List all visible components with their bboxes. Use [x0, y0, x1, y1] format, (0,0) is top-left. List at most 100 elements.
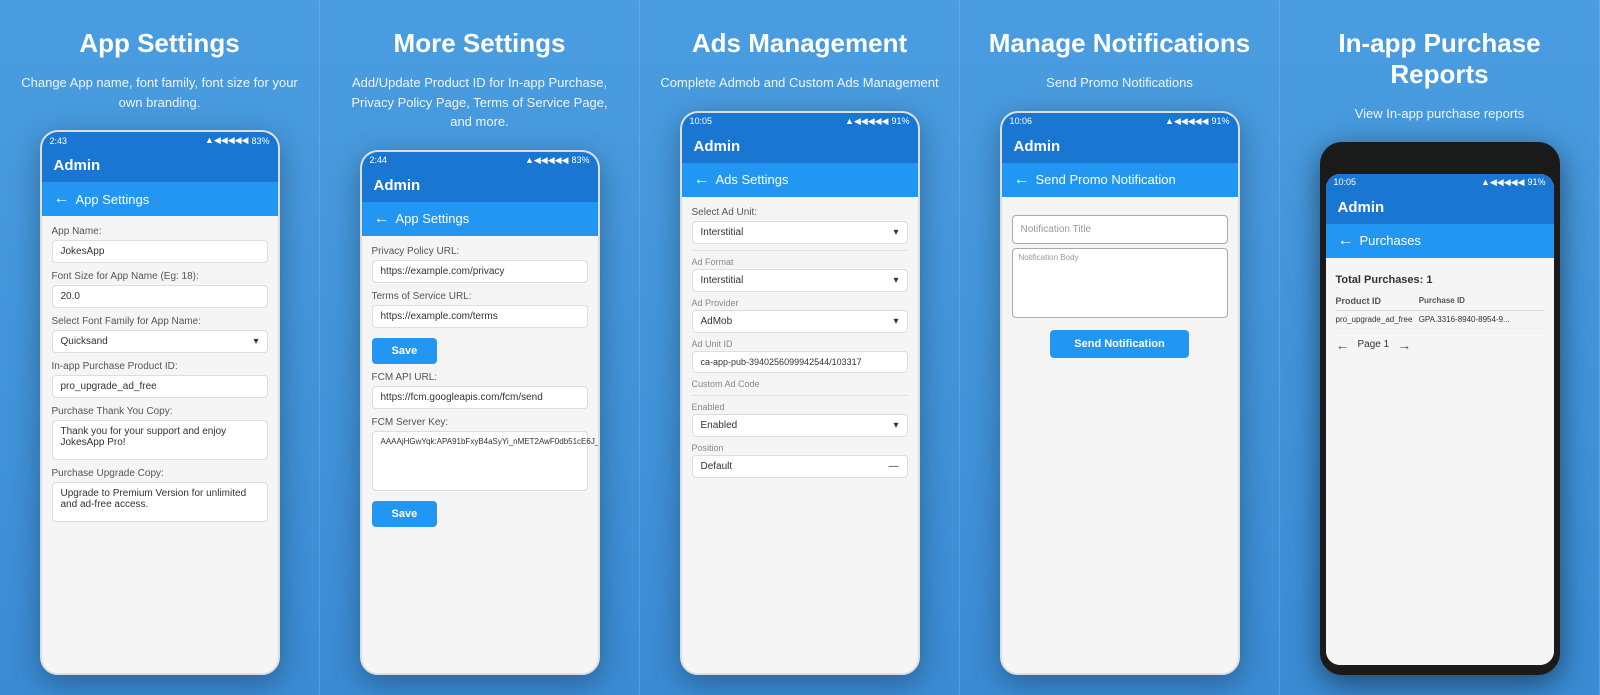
adformat-value: Interstitial — [701, 275, 744, 286]
back-arrow-4[interactable]: ← — [1014, 171, 1030, 189]
field-input-fcmapi[interactable]: https://fcm.googleapis.com/fcm/send — [372, 386, 588, 409]
chevron-down-icon-adprovider: ▾ — [893, 316, 898, 327]
field-label-fontsize: Font Size for App Name (Eg: 18): — [52, 271, 268, 282]
table-row: pro_upgrade_ad_free GPA.3316-8940-8954-9… — [1336, 311, 1544, 329]
back-arrow-5[interactable]: ← — [1338, 232, 1354, 250]
divider-1 — [692, 250, 908, 251]
next-page-arrow[interactable]: → — [1397, 337, 1411, 353]
panel-desc-ads: Complete Admob and Custom Ads Management — [660, 73, 938, 93]
phone-content-4: Notification Title Notification Body Sen… — [1002, 197, 1238, 673]
section-label-enabled: Enabled — [692, 402, 908, 412]
panel-desc-purchases: View In-app purchase reports — [1355, 104, 1525, 124]
field-label-upgrade: Purchase Upgrade Copy: — [52, 468, 268, 479]
enabled-value: Enabled — [701, 420, 738, 431]
chevron-down-icon-enabled: ▾ — [893, 420, 898, 431]
panel-desc-app-settings: Change App name, font family, font size … — [20, 73, 299, 112]
app-header-1: Admin — [42, 149, 278, 182]
status-bar-3: 10:05 ▲◀◀◀◀◀ 91% — [682, 113, 918, 130]
status-time-5: 10:05 — [1334, 177, 1357, 187]
panel-desc-more-settings: Add/Update Product ID for In-app Purchas… — [340, 73, 619, 132]
field-dropdown-adformat[interactable]: Interstitial ▾ — [692, 269, 908, 292]
page-header-3: ← Ads Settings — [682, 163, 918, 197]
notification-body-container: Notification Body — [1012, 248, 1228, 318]
save-button-1[interactable]: Save — [372, 338, 438, 364]
panel-more-settings: More Settings Add/Update Product ID for … — [320, 0, 640, 695]
field-input-tos[interactable]: https://example.com/terms — [372, 305, 588, 328]
chevron-down-icon-adformat: ▾ — [893, 275, 898, 286]
app-header-3: Admin — [682, 130, 918, 163]
section-label-position: Position — [692, 443, 908, 453]
battery-3: 91% — [891, 116, 909, 126]
status-time-4: 10:06 — [1010, 116, 1033, 126]
status-icons-3: ▲◀◀◀◀◀ 91% — [845, 116, 910, 127]
section-label-customadcode: Custom Ad Code — [692, 379, 908, 389]
position-value: Default — [701, 461, 733, 472]
back-arrow-2[interactable]: ← — [374, 210, 390, 228]
phone-more-settings: 2:44 ▲◀◀◀◀◀ 83% Admin ← App Settings Pri… — [360, 150, 600, 675]
field-dropdown-fontfamily[interactable]: Quicksand ▾ — [52, 330, 268, 353]
field-label-tos: Terms of Service URL: — [372, 291, 588, 302]
page-header-label-3: Ads Settings — [716, 172, 789, 187]
page-header-5: ← Purchases — [1326, 224, 1554, 258]
status-bar-5: 10:05 ▲◀◀◀◀◀ 91% — [1326, 174, 1554, 191]
status-bar-2: 2:44 ▲◀◀◀◀◀ 83% — [362, 152, 598, 169]
status-icons-1: ▲◀◀◀◀◀ 83% — [205, 135, 270, 146]
back-arrow-3[interactable]: ← — [694, 171, 710, 189]
field-input-appname[interactable]: JokesApp — [52, 240, 268, 263]
app-header-5: Admin — [1326, 191, 1554, 224]
phone-inner: 10:05 ▲◀◀◀◀◀ 91% Admin ← Purchases Total… — [1326, 174, 1554, 665]
save-button-2[interactable]: Save — [372, 501, 438, 527]
chevron-down-icon: ▾ — [253, 336, 258, 347]
field-textarea-fcmkey[interactable]: AAAAjHGwYqk:APA91bFxyB4aSyYi_nMET2AwF0db… — [372, 431, 588, 491]
page-header-label-4: Send Promo Notification — [1036, 172, 1176, 187]
field-dropdown-enabled[interactable]: Enabled ▾ — [692, 414, 908, 437]
field-input-adunitid[interactable]: ca-app-pub-3940256099942544/103317 — [692, 351, 908, 373]
adprovider-value: AdMob — [701, 316, 733, 327]
field-input-privacy[interactable]: https://example.com/privacy — [372, 260, 588, 283]
phone-notifications: 10:06 ▲◀◀◀◀◀ 91% Admin ← Send Promo Noti… — [1000, 111, 1240, 675]
phone-content-3: Select Ad Unit: Interstitial ▾ Ad Format… — [682, 197, 918, 673]
app-header-2: Admin — [362, 169, 598, 202]
send-notification-button[interactable]: Send Notification — [1050, 330, 1188, 358]
field-dropdown-adprovider[interactable]: AdMob ▾ — [692, 310, 908, 333]
notch-cutout — [1410, 156, 1470, 170]
cell-productid: pro_upgrade_ad_free — [1336, 315, 1419, 324]
panel-manage-notifications: Manage Notifications Send Promo Notifica… — [960, 0, 1280, 695]
status-time-1: 2:43 — [50, 136, 68, 146]
panel-inapp-purchases: In-app Purchase Reports View In-app purc… — [1280, 0, 1600, 695]
battery-2: 83% — [571, 155, 589, 165]
notification-title-input[interactable]: Notification Title — [1012, 215, 1228, 244]
field-label-fontfamily: Select Font Family for App Name: — [52, 316, 268, 327]
field-label-productid: In-app Purchase Product ID: — [52, 361, 268, 372]
field-input-fontsize[interactable]: 20.0 — [52, 285, 268, 308]
panel-ads-management: Ads Management Complete Admob and Custom… — [640, 0, 960, 695]
page-label: Page 1 — [1358, 339, 1390, 350]
page-header-1: ← App Settings — [42, 182, 278, 216]
phone-content-1: App Name: JokesApp Font Size for App Nam… — [42, 216, 278, 673]
page-header-4: ← Send Promo Notification — [1002, 163, 1238, 197]
field-input-productid[interactable]: pro_upgrade_ad_free — [52, 375, 268, 398]
back-arrow-1[interactable]: ← — [54, 190, 70, 208]
phone-content-2: Privacy Policy URL: https://example.com/… — [362, 236, 598, 673]
prev-page-arrow[interactable]: ← — [1336, 337, 1350, 353]
chevron-down-icon-position: — — [889, 461, 899, 472]
field-label-privacy: Privacy Policy URL: — [372, 246, 588, 257]
field-dropdown-adunit[interactable]: Interstitial ▾ — [692, 221, 908, 244]
field-textarea-thankyou[interactable]: Thank you for your support and enjoy Jok… — [52, 420, 268, 460]
cell-purchaseid: GPA.3316-8940-8954-9... — [1419, 315, 1544, 324]
field-dropdown-position[interactable]: Default — — [692, 455, 908, 478]
status-icons-4: ▲◀◀◀◀◀ 91% — [1165, 116, 1230, 127]
panel-title-notifications: Manage Notifications — [989, 28, 1250, 59]
status-time-2: 2:44 — [370, 155, 388, 165]
field-label-thankyou: Purchase Thank You Copy: — [52, 406, 268, 417]
page-header-label-2: App Settings — [396, 211, 470, 226]
page-header-label-1: App Settings — [76, 192, 150, 207]
field-label-fcmapi: FCM API URL: — [372, 372, 588, 383]
status-icons-5: ▲◀◀◀◀◀ 91% — [1481, 177, 1546, 188]
status-icons-2: ▲◀◀◀◀◀ 83% — [525, 155, 590, 166]
battery-1: 83% — [251, 136, 269, 146]
col-header-productid: Product ID — [1336, 296, 1419, 306]
divider-2 — [692, 395, 908, 396]
field-textarea-upgrade[interactable]: Upgrade to Premium Version for unlimited… — [52, 482, 268, 522]
phone-notch — [1326, 152, 1554, 174]
